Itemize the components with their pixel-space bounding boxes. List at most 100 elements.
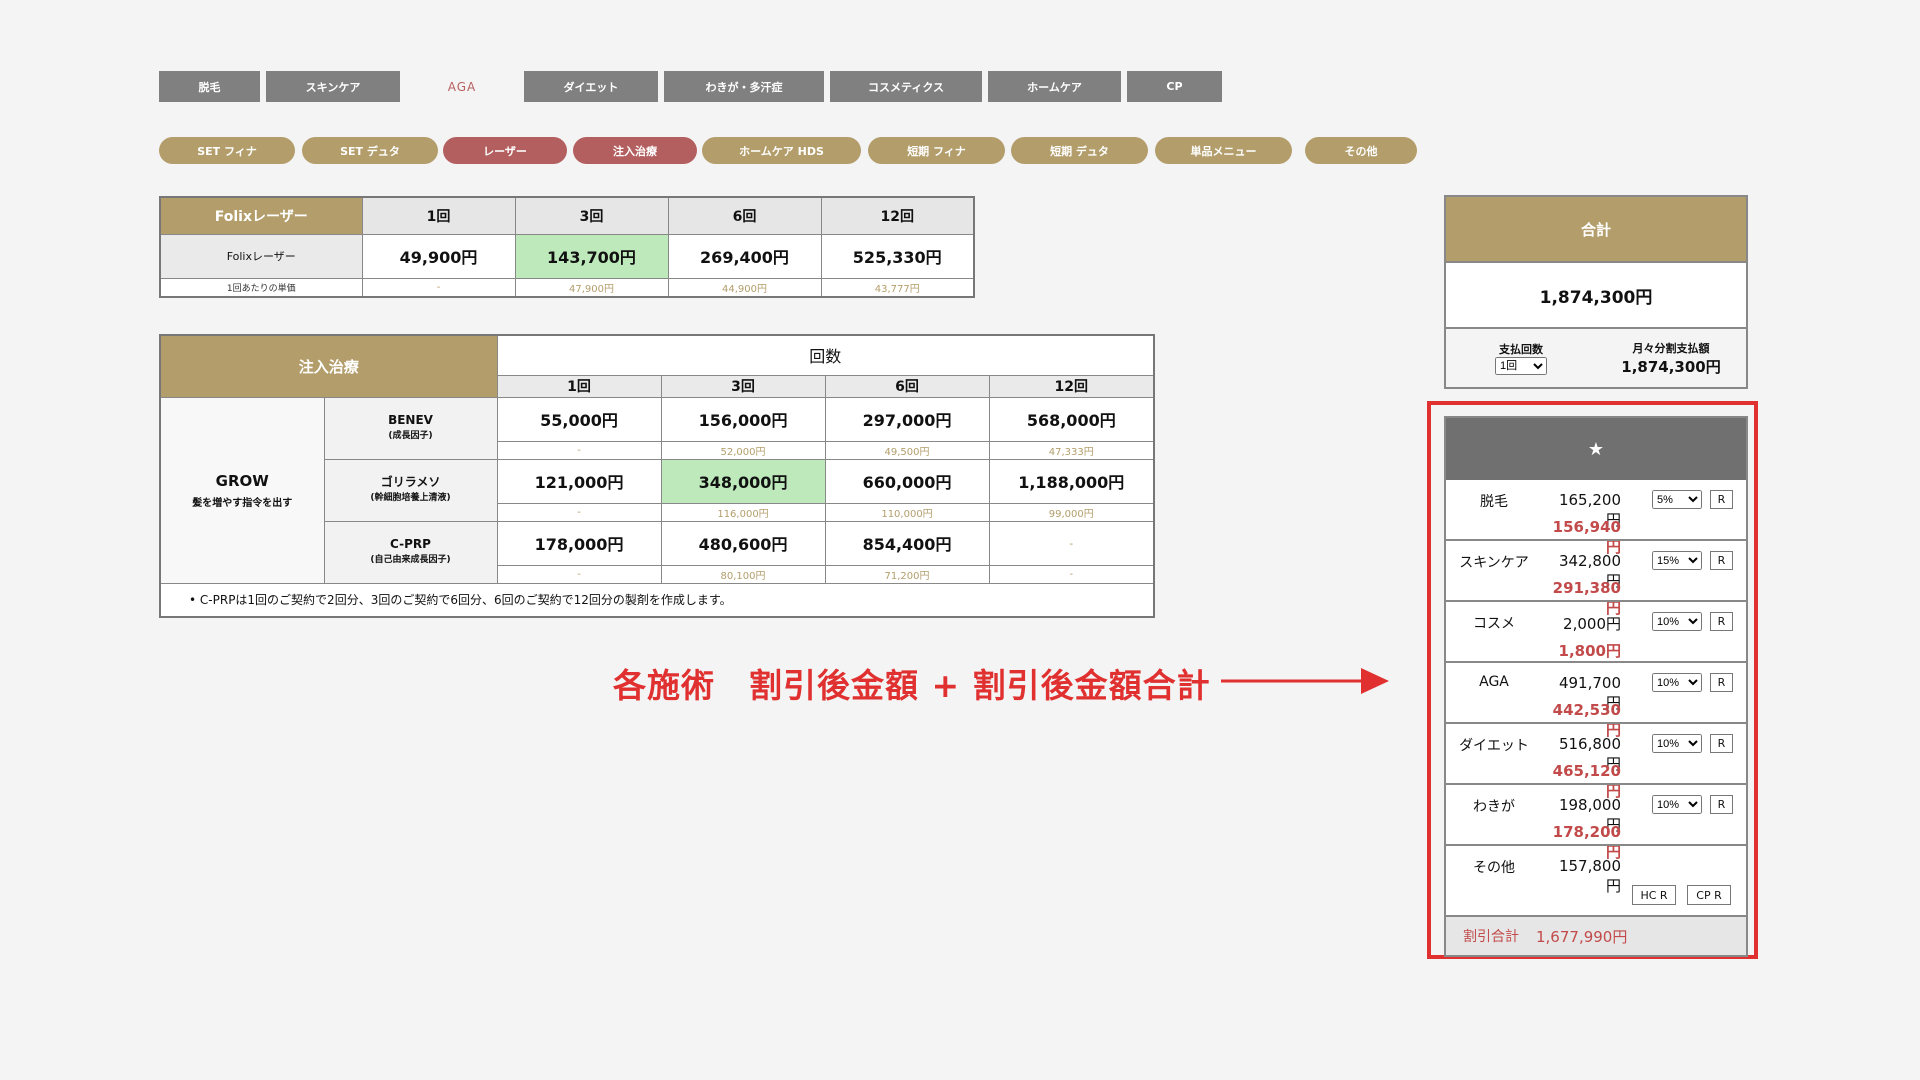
unit-price: - [496, 502, 662, 522]
unit-price: 110,000円 [824, 502, 990, 522]
treatment-sub: (幹細胞培養上清液) [370, 493, 451, 503]
subtab-laser[interactable]: レーザー [443, 137, 567, 164]
unit-price: 116,000円 [660, 502, 826, 522]
unit-price: 49,500円 [824, 440, 990, 460]
folix-unit-label: 1回あたりの単価 [159, 277, 363, 298]
folix-count-header: 1回 [361, 196, 516, 235]
price-cell[interactable]: 55,000円 [496, 396, 662, 442]
tab-skincare[interactable]: スキンケア [266, 71, 400, 102]
folix-price-table: Folixレーザー 1回 3回 6回 12回 Folixレーザー 49,900円… [159, 196, 975, 298]
price-cell[interactable]: 480,600円 [660, 520, 826, 566]
total-header: 合計 [1446, 197, 1746, 261]
discount-total-label: 割引合計 [1463, 929, 1519, 945]
discount-rate-select[interactable]: 10% [1652, 734, 1702, 753]
tab-cosmetics[interactable]: コスメティクス [830, 71, 982, 102]
subtab-homecare-hds[interactable]: ホームケア HDS [702, 137, 861, 164]
subtab-short-fina[interactable]: 短期 フィナ [868, 137, 1005, 164]
tab-hyperhidrosis[interactable]: わきが・多汗症 [664, 71, 824, 102]
price-cell[interactable]: 568,000円 [988, 396, 1155, 442]
unit-price: - [988, 564, 1155, 584]
discount-total-value: 1,677,990円 [1536, 927, 1628, 946]
subtab-short-duta[interactable]: 短期 デュタ [1011, 137, 1148, 164]
price-cell-selected[interactable]: 348,000円 [660, 458, 826, 504]
treatment-name: ゴリラメソ [380, 475, 441, 489]
unit-price: 71,200円 [824, 564, 990, 584]
unit-price: 99,000円 [988, 502, 1155, 522]
monthly-value: 1,874,300円 [1621, 357, 1721, 376]
discount-category: その他 [1473, 860, 1515, 876]
folix-price-cell[interactable]: 49,900円 [361, 233, 516, 279]
treatment-gorilla-meso: ゴリラメソ (幹細胞培養上清液) [323, 458, 498, 522]
tab-homecare[interactable]: ホームケア [988, 71, 1121, 102]
discount-rate-select[interactable]: 10% [1652, 795, 1702, 814]
discount-category: ダイエット [1459, 738, 1529, 754]
reset-button[interactable]: R [1710, 490, 1733, 509]
discount-panel: ★ 脱毛 165,200円 5% R 156,940円 スキンケア 342,80… [1444, 416, 1748, 957]
discount-row-cosme: コスメ 2,000円 10% R 1,800円 [1446, 600, 1746, 661]
discount-rate-select[interactable]: 15% [1652, 551, 1702, 570]
price-cell[interactable]: 1,188,000円 [988, 458, 1155, 504]
tab-hair-removal[interactable]: 脱毛 [159, 71, 260, 102]
reset-button[interactable]: R [1710, 795, 1733, 814]
count-12: 12回 [988, 374, 1155, 398]
folix-price-cell-selected[interactable]: 143,700円 [514, 233, 669, 279]
reset-button[interactable]: R [1710, 551, 1733, 570]
folix-header: Folixレーザー [159, 196, 363, 235]
pay-count-select[interactable]: 1回 [1495, 357, 1547, 375]
note-text: C-PRPは1回のご契約で2回分、3回のご契約で6回分、6回のご契約で12回分の… [199, 593, 732, 608]
discount-rate-select[interactable]: 10% [1652, 612, 1702, 631]
tab-cp[interactable]: CP [1127, 71, 1222, 102]
subtab-other[interactable]: その他 [1305, 137, 1417, 164]
price-cell[interactable]: 178,000円 [496, 520, 662, 566]
injection-note: • C-PRPは1回のご契約で2回分、3回のご契約で6回分、6回のご契約で12回… [159, 582, 1155, 618]
total-panel: 合計 1,874,300円 支払回数 1回 月々分割支払額 1,874,300円 [1444, 195, 1748, 389]
discount-rows: 脱毛 165,200円 5% R 156,940円 スキンケア 342,800円… [1446, 480, 1746, 915]
count-6: 6回 [824, 374, 990, 398]
subtab-set-fina[interactable]: SET フィナ [159, 137, 295, 164]
unit-price: 52,000円 [660, 440, 826, 460]
treatment-name: BENEV [388, 413, 433, 427]
discount-price: 2,000円 [1563, 615, 1621, 633]
discount-row-hair-removal: 脱毛 165,200円 5% R 156,940円 [1446, 480, 1746, 556]
group-name: GROW [215, 471, 269, 490]
subtab-set-duta[interactable]: SET デュタ [302, 137, 438, 164]
price-cell[interactable]: 854,400円 [824, 520, 990, 566]
discount-category: 脱毛 [1480, 494, 1508, 510]
annotation-arrow-icon [1221, 668, 1389, 694]
discount-row-diet: ダイエット 516,800円 10% R 465,120円 [1446, 722, 1746, 800]
folix-count-header: 3回 [514, 196, 669, 235]
folix-count-header: 6回 [667, 196, 822, 235]
count-header: 回数 [496, 334, 1155, 376]
discount-category: わきが [1473, 799, 1515, 815]
folix-unit-price: - [361, 277, 516, 298]
reset-button[interactable]: R [1710, 673, 1733, 692]
discount-row-aga: AGA 491,700円 10% R 442,530円 [1446, 661, 1746, 739]
reset-button[interactable]: R [1710, 734, 1733, 753]
unit-price: 80,100円 [660, 564, 826, 584]
price-cell[interactable]: 121,000円 [496, 458, 662, 504]
price-cell[interactable]: 660,000円 [824, 458, 990, 504]
discount-category: スキンケア [1459, 555, 1529, 571]
star-icon: ★ [1446, 418, 1746, 480]
folix-unit-price: 44,900円 [667, 277, 822, 298]
reset-button[interactable]: R [1710, 612, 1733, 631]
treatment-sub: (成長因子) [388, 431, 433, 441]
group-desc: 髪を増やす指令を出す [192, 497, 293, 509]
subtab-single-menu[interactable]: 単品メニュー [1155, 137, 1292, 164]
hc-reset-button[interactable]: HC R [1632, 885, 1676, 905]
folix-unit-price: 43,777円 [820, 277, 975, 298]
price-cell[interactable]: 156,000円 [660, 396, 826, 442]
folix-price-cell[interactable]: 269,400円 [667, 233, 822, 279]
subtab-injection[interactable]: 注入治療 [573, 137, 697, 164]
bullet-icon: • [189, 593, 197, 608]
discount-rate-select[interactable]: 5% [1652, 490, 1702, 509]
treatment-c-prp: C-PRP (自己由来成長因子) [323, 520, 498, 584]
folix-price-cell[interactable]: 525,330円 [820, 233, 975, 279]
price-cell-empty: - [988, 520, 1155, 566]
price-cell[interactable]: 297,000円 [824, 396, 990, 442]
tab-aga[interactable]: AGA [406, 71, 518, 102]
monthly-group: 月々分割支払額 1,874,300円 [1596, 329, 1746, 387]
cp-reset-button[interactable]: CP R [1687, 885, 1731, 905]
tab-diet[interactable]: ダイエット [524, 71, 658, 102]
discount-rate-select[interactable]: 10% [1652, 673, 1702, 692]
